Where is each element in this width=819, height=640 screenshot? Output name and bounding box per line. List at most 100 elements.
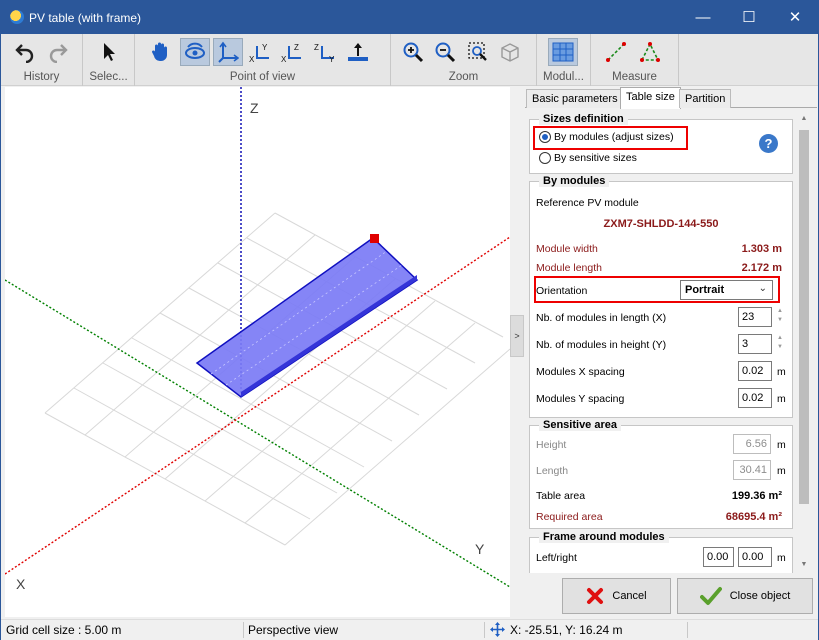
status-divider	[484, 622, 485, 638]
ground-grid	[44, 212, 510, 546]
nb-modules-length-spinner[interactable]: ▲ ▼	[775, 307, 785, 327]
view-xy-button[interactable]: XY	[245, 38, 275, 66]
modules-grid-button[interactable]	[548, 38, 578, 66]
scroll-up-icon[interactable]: ▲	[796, 112, 812, 126]
by-modules-group: By modules Reference PV module ZXM7-SHLD…	[529, 175, 793, 418]
point-of-view-group: XY XZ ZY Point of view	[135, 34, 391, 86]
coordinates-status: X: -25.51, Y: 16.24 m	[510, 623, 623, 637]
table-area-label: Table area	[536, 490, 586, 502]
minimize-button[interactable]: —	[680, 1, 726, 34]
module-length-label: Module length	[536, 262, 602, 274]
svg-text:X: X	[249, 55, 255, 63]
xy-plane-icon: XY	[249, 43, 269, 63]
undo-button[interactable]	[10, 38, 40, 66]
3d-viewport[interactable]: Z Y X	[5, 87, 510, 617]
frame-right-input[interactable]: 0.00	[738, 547, 772, 567]
left-right-label: Left/right	[536, 552, 577, 564]
zy-plane-icon: ZY	[314, 43, 335, 63]
selection-group: Selec...	[83, 34, 135, 86]
redo-button[interactable]	[43, 38, 73, 66]
panel-scrollbar[interactable]: ▲ ▼	[796, 112, 812, 572]
zoom-window-button[interactable]	[463, 38, 493, 66]
table-handle[interactable]	[370, 234, 379, 243]
axes-view-button[interactable]	[213, 38, 243, 66]
xz-plane-icon: XZ	[281, 43, 301, 63]
measure-group: Measure	[591, 34, 679, 86]
select-button[interactable]	[94, 38, 124, 66]
zoom-out-button[interactable]	[430, 38, 460, 66]
y-spacing-label: Modules Y spacing	[536, 393, 625, 405]
by-sensitive-sizes-label[interactable]: By sensitive sizes	[554, 152, 637, 164]
frame-left-input[interactable]: 0.00	[703, 547, 734, 567]
zoom-window-icon	[468, 42, 487, 61]
cancel-button-label: Cancel	[612, 590, 647, 602]
cube-icon	[501, 43, 519, 62]
tab-bar: Basic parameters Table size Partition	[525, 87, 817, 109]
close-object-button[interactable]: Close object	[677, 578, 813, 614]
pv-table-surface[interactable]	[195, 237, 419, 398]
collapse-panel-button[interactable]: >	[510, 315, 524, 357]
y-axis-label: Y	[475, 541, 485, 557]
x-axis-label: X	[16, 576, 26, 592]
svg-text:Y: Y	[329, 55, 335, 63]
cancel-button[interactable]: Cancel	[562, 578, 671, 614]
module-width-value: 1.303 m	[741, 243, 782, 255]
toolbar: History Selec... XY XZ Z Y Point of view…	[1, 34, 818, 86]
measure-angle-button[interactable]	[635, 38, 665, 66]
x-spacing-input[interactable]: 0.02	[738, 361, 772, 381]
top-view-button[interactable]	[343, 38, 373, 66]
svg-text:X: X	[281, 55, 287, 63]
view-zy-button[interactable]: ZY	[310, 38, 340, 66]
grid-cell-size-status: Grid cell size : 5.00 m	[6, 623, 122, 637]
modules-group: Modul...	[537, 34, 591, 86]
length-label: Length	[536, 465, 569, 477]
tab-partition[interactable]: Partition	[679, 89, 732, 108]
x-spacing-label: Modules X spacing	[536, 366, 625, 378]
tab-table-size[interactable]: Table size	[620, 87, 681, 109]
tab-basic-parameters[interactable]: Basic parameters	[526, 89, 624, 108]
scene-canvas[interactable]: Z Y X	[5, 87, 510, 617]
height-input: 6.56	[733, 434, 771, 454]
help-icon[interactable]: ?	[759, 134, 778, 153]
main-window: PV table (with frame) — ☐ ✕ History Sele…	[0, 0, 819, 640]
close-window-button[interactable]: ✕	[772, 1, 818, 34]
scroll-down-icon[interactable]: ▼	[796, 558, 812, 572]
close-object-button-label: Close object	[729, 590, 791, 602]
by-modules-title: By modules	[539, 175, 610, 187]
nb-modules-height-input[interactable]: 3	[738, 334, 772, 354]
status-divider	[687, 622, 688, 638]
frame-title: Frame around modules	[539, 531, 669, 543]
module-length-value: 2.172 m	[741, 262, 782, 274]
nb-modules-length-label: Nb. of modules in length (X)	[536, 312, 667, 324]
pan-button[interactable]	[145, 38, 175, 66]
measure-distance-button[interactable]	[601, 38, 631, 66]
orientation-highlight	[534, 276, 780, 303]
zoom-in-button[interactable]	[398, 38, 428, 66]
nb-modules-height-spinner[interactable]: ▲ ▼	[775, 334, 785, 354]
maximize-button[interactable]: ☐	[726, 1, 772, 34]
table-area-value: 199.36 m²	[731, 490, 782, 502]
reference-module-value[interactable]: ZXM7-SHLDD-144-550	[530, 218, 792, 230]
y-spacing-input[interactable]: 0.02	[738, 388, 772, 408]
zoom-extents-button[interactable]	[495, 38, 525, 66]
status-divider	[243, 622, 244, 638]
frame-unit: m	[777, 552, 786, 564]
scrollbar-thumb[interactable]	[799, 130, 809, 504]
title-bar: PV table (with frame) — ☐ ✕	[1, 1, 818, 34]
measure-angle-icon	[640, 42, 660, 62]
orbit-button[interactable]	[180, 38, 210, 66]
view-xz-button[interactable]: XZ	[277, 38, 307, 66]
properties-panel: Basic parameters Table size Partition Si…	[525, 87, 817, 617]
by-sensitive-sizes-radio[interactable]	[539, 152, 551, 164]
svg-text:Z: Z	[294, 43, 299, 52]
hand-icon	[152, 42, 167, 62]
svg-text:Z: Z	[314, 43, 319, 52]
checkmark-icon	[699, 587, 722, 605]
selection-group-label: Selec...	[89, 71, 128, 83]
app-icon	[10, 10, 24, 24]
x-axis-line	[5, 236, 510, 575]
length-input: 30.41	[733, 460, 771, 480]
sizes-definition-group: Sizes definition By modules (adjust size…	[529, 113, 793, 174]
nb-modules-length-input[interactable]: 23	[738, 307, 772, 327]
measure-distance-icon	[606, 42, 626, 62]
